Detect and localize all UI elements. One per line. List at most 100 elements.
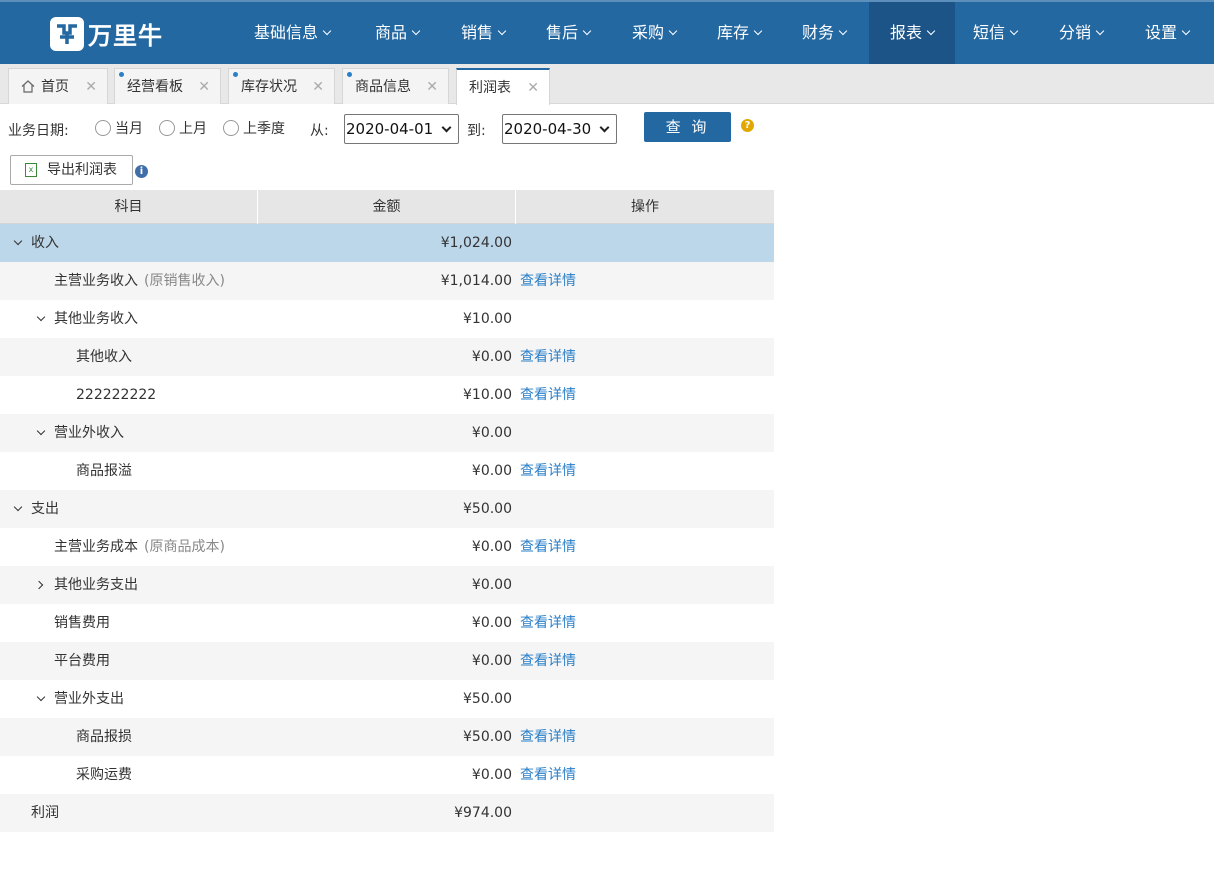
- expand-icon[interactable]: [34, 580, 44, 590]
- row-amount: ¥1,024.00: [440, 235, 512, 251]
- table-row[interactable]: 销售费用 ¥0.00 查看详情: [0, 604, 774, 642]
- row-amount: ¥0.00: [471, 577, 512, 593]
- row-name: 营业外支出: [54, 691, 124, 707]
- row-name: 平台费用: [54, 653, 110, 669]
- chevron-down-icon: [582, 26, 592, 36]
- radio-last-quarter[interactable]: 上季度: [223, 118, 285, 138]
- nav-item-inventory[interactable]: 库存: [704, 2, 774, 64]
- tab-profit-statement[interactable]: 利润表 ✕: [456, 68, 550, 105]
- view-detail-link[interactable]: 查看详情: [520, 262, 576, 300]
- chevron-down-icon: [926, 26, 936, 36]
- header-amount: 金额: [258, 190, 516, 224]
- nav-item-distribution[interactable]: 分销: [1046, 2, 1116, 64]
- collapse-icon[interactable]: [13, 236, 23, 246]
- table-row[interactable]: 采购运费 ¥0.00 查看详情: [0, 756, 774, 794]
- table-row-profit[interactable]: 利润 ¥974.00: [0, 794, 774, 832]
- table-row[interactable]: 商品报溢 ¥0.00 查看详情: [0, 452, 774, 490]
- to-date-select[interactable]: 2020-04-30: [502, 114, 617, 144]
- row-amount: ¥0.00: [471, 349, 512, 365]
- table-row-expense[interactable]: 支出 ¥50.00: [0, 490, 774, 528]
- view-detail-link[interactable]: 查看详情: [520, 452, 576, 490]
- header-action: 操作: [631, 199, 659, 215]
- nav-item-finance[interactable]: 财务: [789, 2, 859, 64]
- row-name: 商品报溢: [76, 463, 132, 479]
- table-row[interactable]: 平台费用 ¥0.00 查看详情: [0, 642, 774, 680]
- tab-product-info[interactable]: 商品信息 ✕: [342, 68, 449, 104]
- nav-label: 基础信息: [253, 23, 318, 42]
- nav-item-basic-info[interactable]: 基础信息: [244, 2, 340, 64]
- table-row-income[interactable]: 收入 ¥1,024.00: [0, 224, 774, 262]
- nav-label: 库存: [716, 23, 749, 42]
- view-detail-link[interactable]: 查看详情: [520, 604, 576, 642]
- view-detail-link[interactable]: 查看详情: [520, 756, 576, 794]
- row-name-text: 主营业务成本: [54, 539, 138, 555]
- row-amount: ¥50.00: [463, 729, 512, 745]
- nav-item-purchase[interactable]: 采购: [619, 2, 689, 64]
- close-icon[interactable]: ✕: [527, 70, 539, 106]
- from-date-select[interactable]: 2020-04-01: [344, 114, 459, 144]
- chevron-down-icon: [1181, 26, 1191, 36]
- nav-item-reports[interactable]: 报表: [869, 2, 955, 64]
- tab-dashboard[interactable]: 经营看板 ✕: [114, 68, 221, 104]
- nav-item-products[interactable]: 商品: [362, 2, 432, 64]
- tab-bar: 首页 ✕ 经营看板 ✕ 库存状况 ✕ 商品信息 ✕ 利润表 ✕: [0, 64, 1214, 105]
- row-name: 营业外收入: [54, 425, 124, 441]
- nav-item-sales[interactable]: 销售: [448, 2, 518, 64]
- help-icon[interactable]: ?: [741, 119, 754, 132]
- view-detail-link[interactable]: 查看详情: [520, 338, 576, 376]
- row-amount: ¥0.00: [471, 539, 512, 555]
- close-icon[interactable]: ✕: [312, 69, 324, 105]
- view-detail-link[interactable]: 查看详情: [520, 528, 576, 566]
- row-name: 支出: [31, 501, 59, 517]
- radio-label: 当月: [115, 121, 143, 137]
- table-row[interactable]: 营业外收入 ¥0.00: [0, 414, 774, 452]
- table-row[interactable]: 222222222 ¥10.00 查看详情: [0, 376, 774, 414]
- tab-label: 商品信息: [355, 79, 411, 95]
- nav-item-sms[interactable]: 短信: [960, 2, 1030, 64]
- table-row[interactable]: 其他业务支出 ¥0.00: [0, 566, 774, 604]
- export-profit-button[interactable]: x 导出利润表: [10, 155, 133, 185]
- table-row[interactable]: 商品报损 ¥50.00 查看详情: [0, 718, 774, 756]
- table-row[interactable]: 营业外支出 ¥50.00: [0, 680, 774, 718]
- tab-inventory-status[interactable]: 库存状况 ✕: [228, 68, 335, 104]
- unsaved-dot-icon: [119, 72, 124, 77]
- nav-label: 销售: [460, 23, 493, 42]
- chevron-down-icon: [411, 26, 421, 36]
- collapse-icon[interactable]: [36, 426, 46, 436]
- close-icon[interactable]: ✕: [198, 69, 210, 105]
- table-row[interactable]: 其他收入 ¥0.00 查看详情: [0, 338, 774, 376]
- radio-circle[interactable]: [223, 120, 239, 136]
- table-row[interactable]: 主营业务收入 (原销售收入) ¥1,014.00 查看详情: [0, 262, 774, 300]
- nav-item-after-sales[interactable]: 售后: [533, 2, 603, 64]
- nav-item-settings[interactable]: 设置: [1132, 2, 1202, 64]
- radio-circle[interactable]: [159, 120, 175, 136]
- chevron-down-icon: [441, 122, 452, 133]
- collapse-icon[interactable]: [36, 692, 46, 702]
- radio-current-month[interactable]: 当月: [95, 118, 143, 138]
- close-icon[interactable]: ✕: [85, 69, 97, 105]
- excel-icon: x: [25, 163, 37, 177]
- chevron-down-icon: [1095, 26, 1105, 36]
- view-detail-link[interactable]: 查看详情: [520, 376, 576, 414]
- top-navbar: 万里牛 基础信息 商品 销售 售后 采购 库存 财务 报表 短信 分销 设置: [0, 0, 1214, 64]
- brand-logo[interactable]: 万里牛: [50, 16, 163, 51]
- row-name-text: 主营业务收入: [54, 273, 138, 289]
- info-icon[interactable]: i: [135, 165, 148, 178]
- query-button[interactable]: 查 询: [644, 112, 731, 142]
- view-detail-link[interactable]: 查看详情: [520, 642, 576, 680]
- to-label: 到:: [467, 123, 486, 139]
- table-row[interactable]: 其他业务收入 ¥10.00: [0, 300, 774, 338]
- close-icon[interactable]: ✕: [426, 69, 438, 105]
- collapse-icon[interactable]: [36, 312, 46, 322]
- row-amount: ¥974.00: [454, 805, 512, 821]
- row-amount: ¥50.00: [463, 691, 512, 707]
- view-detail-link[interactable]: 查看详情: [520, 718, 576, 756]
- collapse-icon[interactable]: [13, 502, 23, 512]
- from-date-value: 2020-04-01: [346, 120, 434, 138]
- radio-last-month[interactable]: 上月: [159, 118, 207, 138]
- table-row[interactable]: 主营业务成本 (原商品成本) ¥0.00 查看详情: [0, 528, 774, 566]
- chevron-down-icon: [599, 122, 610, 133]
- radio-circle[interactable]: [95, 120, 111, 136]
- tab-home[interactable]: 首页 ✕: [8, 68, 108, 104]
- unsaved-dot-icon: [347, 72, 352, 77]
